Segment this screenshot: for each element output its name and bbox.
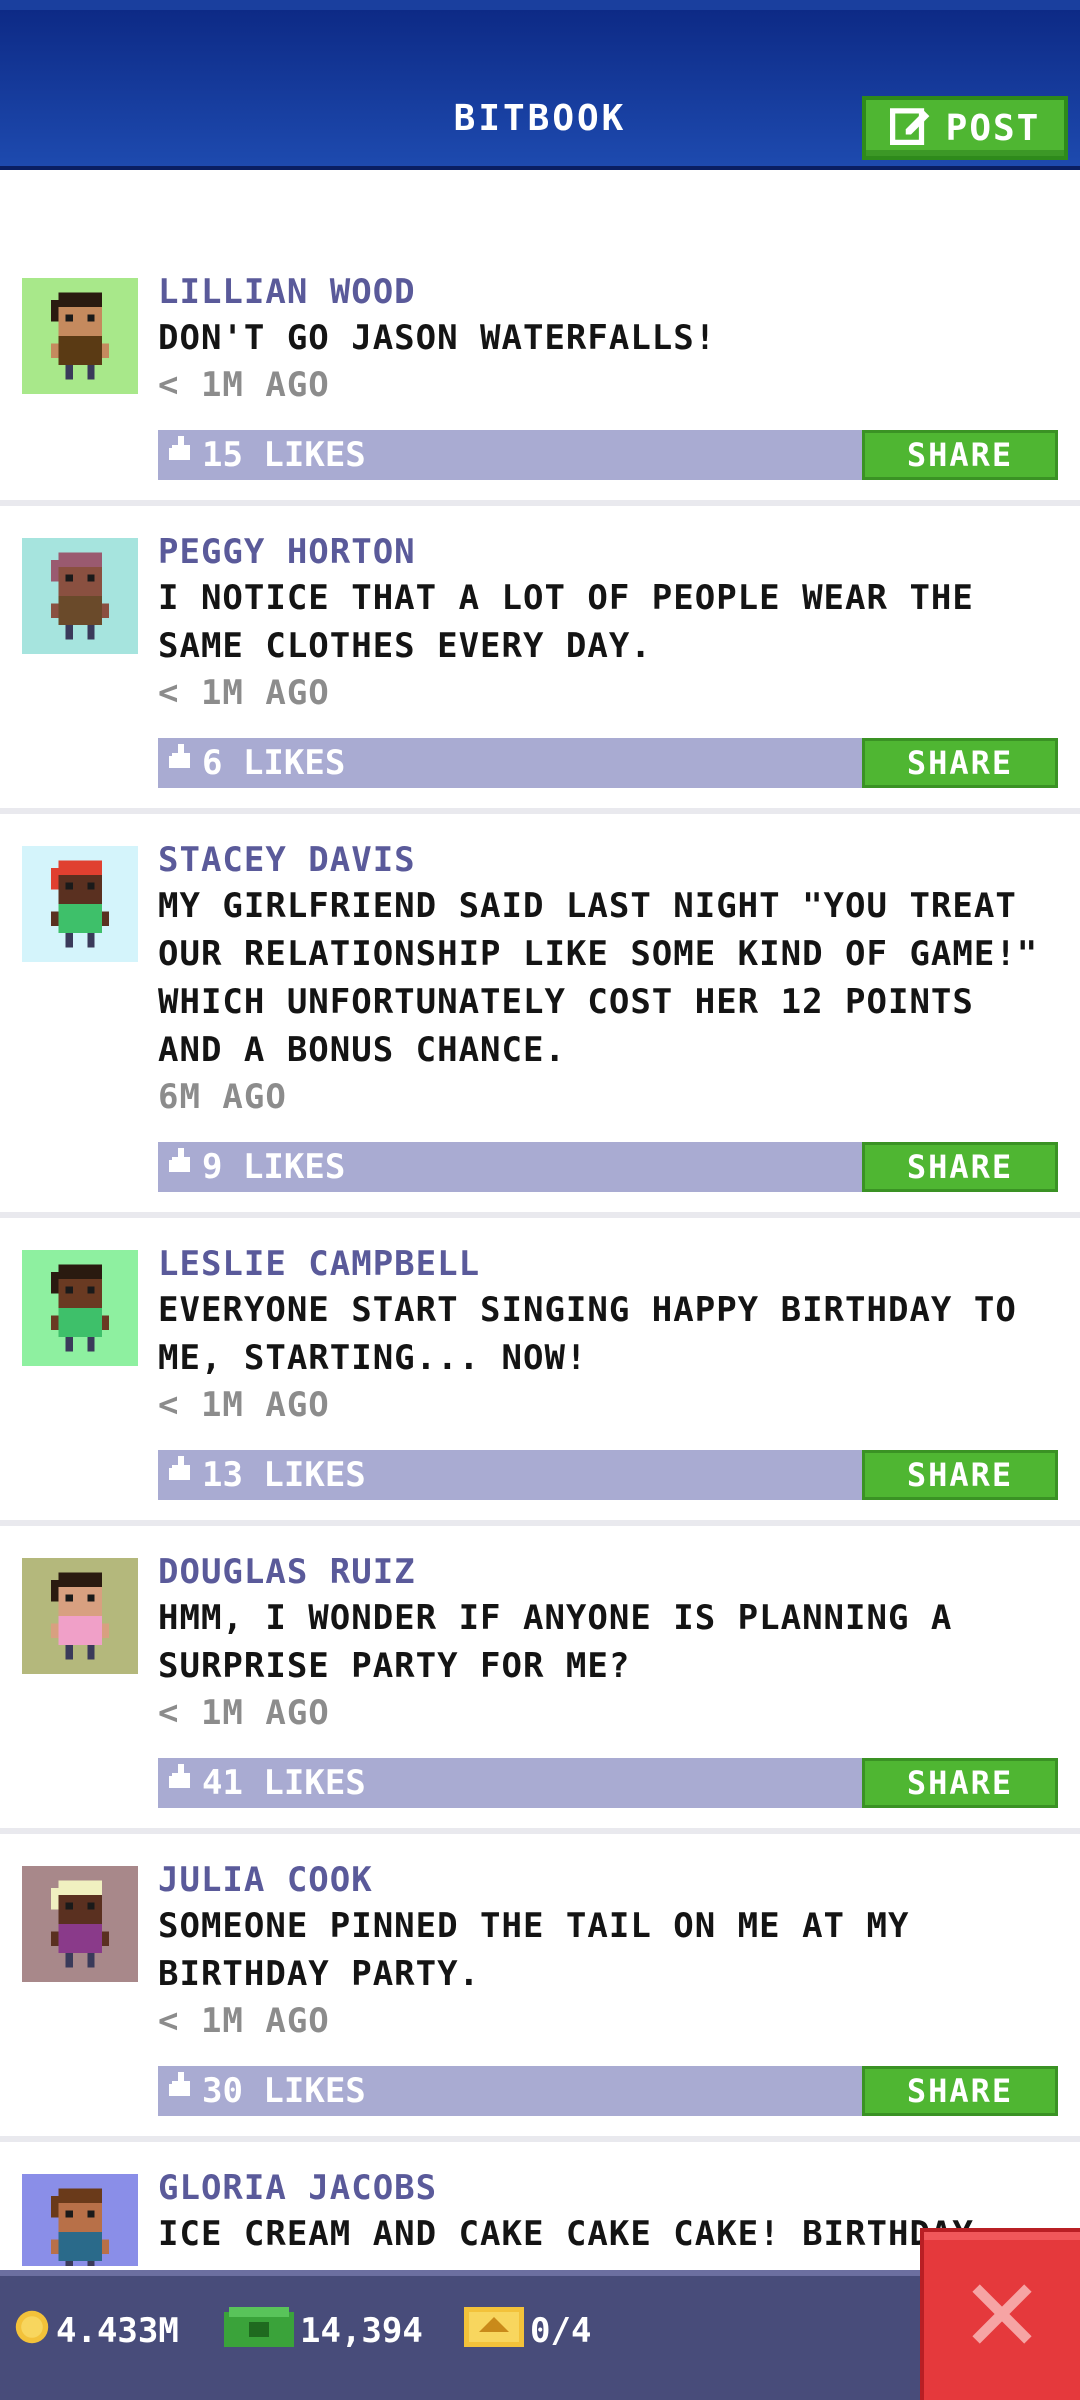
like-button[interactable]: 6 LIKES [166, 738, 345, 788]
like-count: 30 LIKES [202, 2071, 366, 2111]
app-header: BITBOOK POST [0, 0, 1080, 170]
post-author[interactable]: GLORIA JACOBS [158, 2166, 1058, 2210]
coins-stat: 4.433M [14, 2306, 179, 2356]
tickets-value: 0/4 [530, 2311, 592, 2351]
thumbs-up-icon [166, 435, 196, 475]
post-timestamp: < 1M AGO [158, 365, 330, 405]
post-author[interactable]: DOUGLAS RUIZ [158, 1550, 1058, 1594]
avatar[interactable] [22, 2174, 138, 2266]
feed-post: JULIA COOK SOMEONE PINNED THE TAIL ON ME … [0, 1858, 1080, 2142]
post-action-bar: 6 LIKES SHARE [158, 738, 1058, 788]
close-icon [965, 2277, 1039, 2355]
coin-icon [14, 2309, 50, 2354]
like-button[interactable]: 30 LIKES [166, 2066, 366, 2116]
ticket-icon [464, 2306, 524, 2356]
like-button[interactable]: 41 LIKES [166, 1758, 366, 1808]
post-button[interactable]: POST [862, 96, 1068, 160]
share-button[interactable]: SHARE [862, 1758, 1058, 1808]
tickets-stat: 0/4 [464, 2306, 591, 2356]
post-timestamp: < 1M AGO [158, 1693, 330, 1733]
avatar[interactable] [22, 538, 138, 654]
share-button[interactable]: SHARE [862, 1142, 1058, 1192]
like-button[interactable]: 15 LIKES [166, 430, 366, 480]
post-timestamp: < 1M AGO [158, 1385, 330, 1425]
thumbs-up-icon [166, 2071, 196, 2111]
post-action-bar: 15 LIKES SHARE [158, 430, 1058, 480]
feed-post: GLORIA JACOBS ICE CREAM AND CAKE CAKE CAK… [0, 2166, 1080, 2266]
like-count: 13 LIKES [202, 1455, 366, 1495]
bux-stat: 14,394 [224, 2306, 423, 2356]
like-count: 9 LIKES [202, 1147, 346, 1187]
feed-post: LILLIAN WOOD DON'T GO JASON WATERFALLS! < … [0, 270, 1080, 506]
share-button[interactable]: SHARE [862, 2066, 1058, 2116]
post-text: MY GIRLFRIEND SAID LAST NIGHT "YOU TREAT… [158, 886, 1039, 1070]
post-text: DON'T GO JASON WATERFALLS! [158, 318, 717, 358]
avatar[interactable] [22, 1866, 138, 1982]
avatar[interactable] [22, 846, 138, 962]
coins-value: 4.433M [56, 2311, 179, 2351]
post-action-bar: 9 LIKES SHARE [158, 1142, 1058, 1192]
post-timestamp: < 1M AGO [158, 2001, 330, 2041]
thumbs-up-icon [166, 1763, 196, 1803]
share-button[interactable]: SHARE [862, 738, 1058, 788]
post-timestamp: < 1M AGO [158, 673, 330, 713]
post-author[interactable]: LESLIE CAMPBELL [158, 1242, 1058, 1286]
share-button[interactable]: SHARE [862, 430, 1058, 480]
post-author[interactable]: LILLIAN WOOD [158, 270, 1058, 314]
avatar[interactable] [22, 278, 138, 394]
bux-icon [224, 2306, 294, 2356]
like-count: 41 LIKES [202, 1763, 366, 1803]
feed-post: LESLIE CAMPBELL EVERYONE START SINGING HA… [0, 1242, 1080, 1526]
like-button[interactable]: 9 LIKES [166, 1142, 345, 1192]
post-text: HMM, I WONDER IF ANYONE IS PLANNING A SU… [158, 1598, 953, 1686]
post-author[interactable]: JULIA COOK [158, 1858, 1058, 1902]
like-button[interactable]: 13 LIKES [166, 1450, 366, 1500]
post-author[interactable]: STACEY DAVIS [158, 838, 1058, 882]
close-button[interactable] [920, 2228, 1080, 2400]
post-text: EVERYONE START SINGING HAPPY BIRTHDAY TO… [158, 1290, 1017, 1378]
post-author[interactable]: PEGGY HORTON [158, 530, 1058, 574]
post-action-bar: 13 LIKES SHARE [158, 1450, 1058, 1500]
feed-post: STACEY DAVIS MY GIRLFRIEND SAID LAST NIGH… [0, 838, 1080, 1218]
compose-icon [889, 103, 932, 154]
post-timestamp: 6M AGO [158, 1077, 287, 1117]
share-button[interactable]: SHARE [862, 1450, 1058, 1500]
feed-post: DOUGLAS RUIZ HMM, I WONDER IF ANYONE IS P… [0, 1550, 1080, 1834]
post-button-label: POST [945, 107, 1041, 149]
post-text: SOMEONE PINNED THE TAIL ON ME AT MY BIRT… [158, 1906, 910, 1994]
like-count: 6 LIKES [202, 743, 346, 783]
thumbs-up-icon [166, 1455, 196, 1495]
thumbs-up-icon [166, 1147, 196, 1187]
bux-value: 14,394 [300, 2311, 423, 2351]
post-action-bar: 41 LIKES SHARE [158, 1758, 1058, 1808]
feed-post: PEGGY HORTON I NOTICE THAT A LOT OF PEOPL… [0, 530, 1080, 814]
bottom-status-bar: 4.433M 14,394 0/4 [0, 2270, 1080, 2400]
post-text: I NOTICE THAT A LOT OF PEOPLE WEAR THE S… [158, 578, 974, 666]
avatar[interactable] [22, 1558, 138, 1674]
post-action-bar: 30 LIKES SHARE [158, 2066, 1058, 2116]
thumbs-up-icon [166, 743, 196, 783]
like-count: 15 LIKES [202, 435, 366, 475]
avatar[interactable] [22, 1250, 138, 1366]
bitbook-feed[interactable]: LILLIAN WOOD DON'T GO JASON WATERFALLS! < … [0, 270, 1080, 2266]
